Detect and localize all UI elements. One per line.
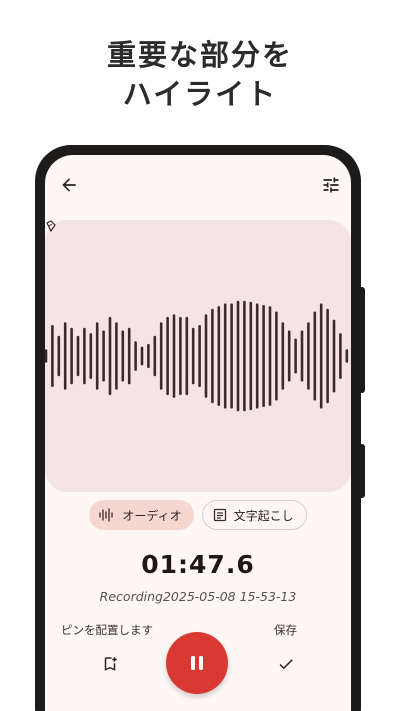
elapsed-time: 01:47.6 [141, 550, 255, 579]
add-pin-button[interactable] [98, 652, 122, 676]
bookmark-add-icon [104, 657, 117, 671]
settings-button[interactable] [319, 173, 343, 197]
tab-transcript[interactable]: 文字起こし [201, 500, 307, 530]
promo-headline: 重要な部分を ハイライト [0, 36, 400, 114]
tune-icon [323, 177, 339, 193]
document-icon [213, 508, 226, 522]
app-screen: オーディオ 文字起こし 01:47.6 Recording2025-05-08 … [45, 155, 351, 711]
tab-audio-label: オーディオ [122, 508, 182, 523]
recording-filename: Recording2025-05-08 15-53-13 [99, 589, 297, 604]
arrow-left-icon [62, 178, 76, 192]
waveform-card[interactable] [45, 220, 351, 492]
tab-transcript-label: 文字起こし [233, 508, 294, 523]
save-button[interactable] [274, 652, 298, 676]
check-icon [279, 659, 293, 670]
save-label: 保存 [274, 623, 297, 637]
headline-line-2: ハイライト [122, 77, 278, 111]
back-button[interactable] [57, 173, 81, 197]
tab-audio[interactable]: オーディオ [89, 500, 194, 530]
pin-label: ピンを配置します [61, 623, 153, 637]
view-tabs: オーディオ 文字起こし [45, 500, 351, 530]
pin-marker-icon[interactable] [45, 220, 57, 232]
pause-button[interactable] [166, 632, 228, 694]
headline-line-1: 重要な部分を [106, 38, 293, 72]
pause-icon [191, 656, 203, 670]
waveform-icon [99, 508, 114, 522]
waveform [45, 300, 349, 412]
